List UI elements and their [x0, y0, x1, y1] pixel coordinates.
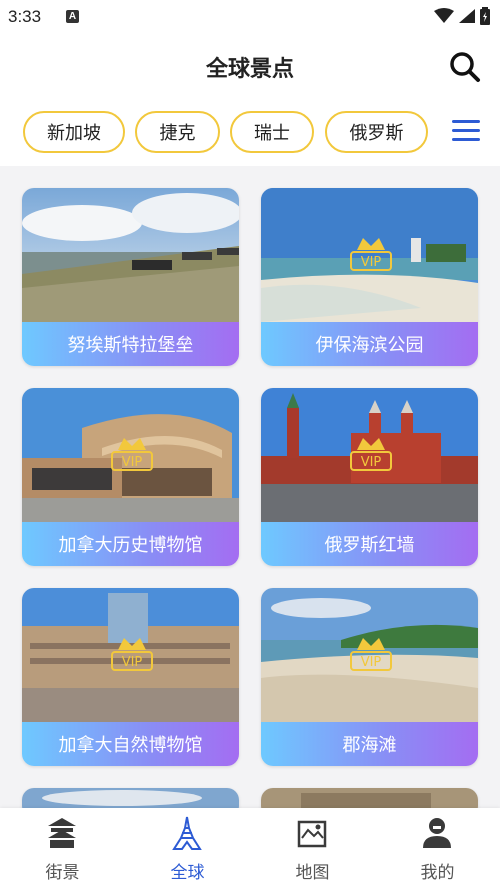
spot-name: 加拿大历史博物馆 — [22, 522, 239, 566]
battery-icon — [480, 7, 490, 25]
chip-czech[interactable]: 捷克 — [135, 111, 220, 153]
vip-crown-icon: VIP — [111, 438, 153, 471]
signal-icon — [459, 9, 475, 23]
vip-crown-icon: VIP — [111, 638, 153, 671]
chip-russia[interactable]: 俄罗斯 — [325, 111, 428, 153]
spot-image — [22, 188, 239, 322]
spot-card[interactable]: VIP 郡海滩 — [261, 588, 478, 766]
spot-name: 伊保海滨公园 — [261, 322, 478, 366]
vip-crown-icon: VIP — [350, 638, 392, 671]
map-icon — [297, 820, 327, 848]
tab-map[interactable]: 地图 — [250, 808, 375, 888]
notification-icon: A — [66, 10, 79, 23]
tab-street-view[interactable]: 街景 — [0, 808, 125, 888]
temple-icon — [48, 818, 76, 848]
spot-card[interactable]: VIP 伊保海滨公园 — [261, 188, 478, 366]
spot-card[interactable]: VIP 加拿大自然博物馆 — [22, 588, 239, 766]
wifi-icon — [434, 8, 454, 23]
spot-name: 郡海滩 — [261, 722, 478, 766]
menu-icon[interactable] — [452, 120, 480, 144]
spot-card[interactable]: 努埃斯特拉堡垒 — [22, 188, 239, 366]
tab-label: 我的 — [420, 863, 455, 883]
status-time: 3:33 — [8, 7, 42, 26]
vip-label: VIP — [361, 255, 382, 270]
spot-name: 加拿大自然博物馆 — [22, 722, 239, 766]
tab-label: 街景 — [45, 863, 80, 883]
tab-global[interactable]: 全球 — [125, 808, 250, 888]
chip-singapore[interactable]: 新加坡 — [23, 111, 125, 153]
chip-switzerland[interactable]: 瑞士 — [230, 111, 314, 153]
tab-label: 全球 — [170, 863, 205, 883]
vip-label: VIP — [122, 655, 143, 670]
bottom-tab-bar: 街景 全球 地图 我的 — [0, 808, 500, 888]
tab-mine[interactable]: 我的 — [375, 808, 500, 888]
spot-card[interactable]: VIP 俄罗斯红墙 — [261, 388, 478, 566]
spot-name: 俄罗斯红墙 — [261, 522, 478, 566]
country-filter-bar: 新加坡 捷克 瑞士 俄罗斯 — [0, 100, 500, 166]
spot-card[interactable]: VIP 加拿大历史博物馆 — [22, 388, 239, 566]
eiffel-tower-icon — [172, 816, 202, 850]
page-title: 全球景点 — [205, 57, 294, 82]
vip-crown-icon: VIP — [350, 238, 392, 271]
search-icon — [450, 52, 480, 82]
search-button[interactable] — [448, 50, 482, 84]
vip-label: VIP — [122, 455, 143, 470]
spot-name: 努埃斯特拉堡垒 — [22, 322, 239, 366]
user-icon — [423, 818, 451, 848]
status-icons — [434, 7, 490, 25]
tab-label: 地图 — [295, 863, 330, 883]
vip-label: VIP — [361, 455, 382, 470]
header: 全球景点 — [0, 34, 500, 100]
status-bar: 3:33 A — [0, 0, 500, 34]
vip-label: VIP — [361, 655, 382, 670]
vip-crown-icon: VIP — [350, 438, 392, 471]
